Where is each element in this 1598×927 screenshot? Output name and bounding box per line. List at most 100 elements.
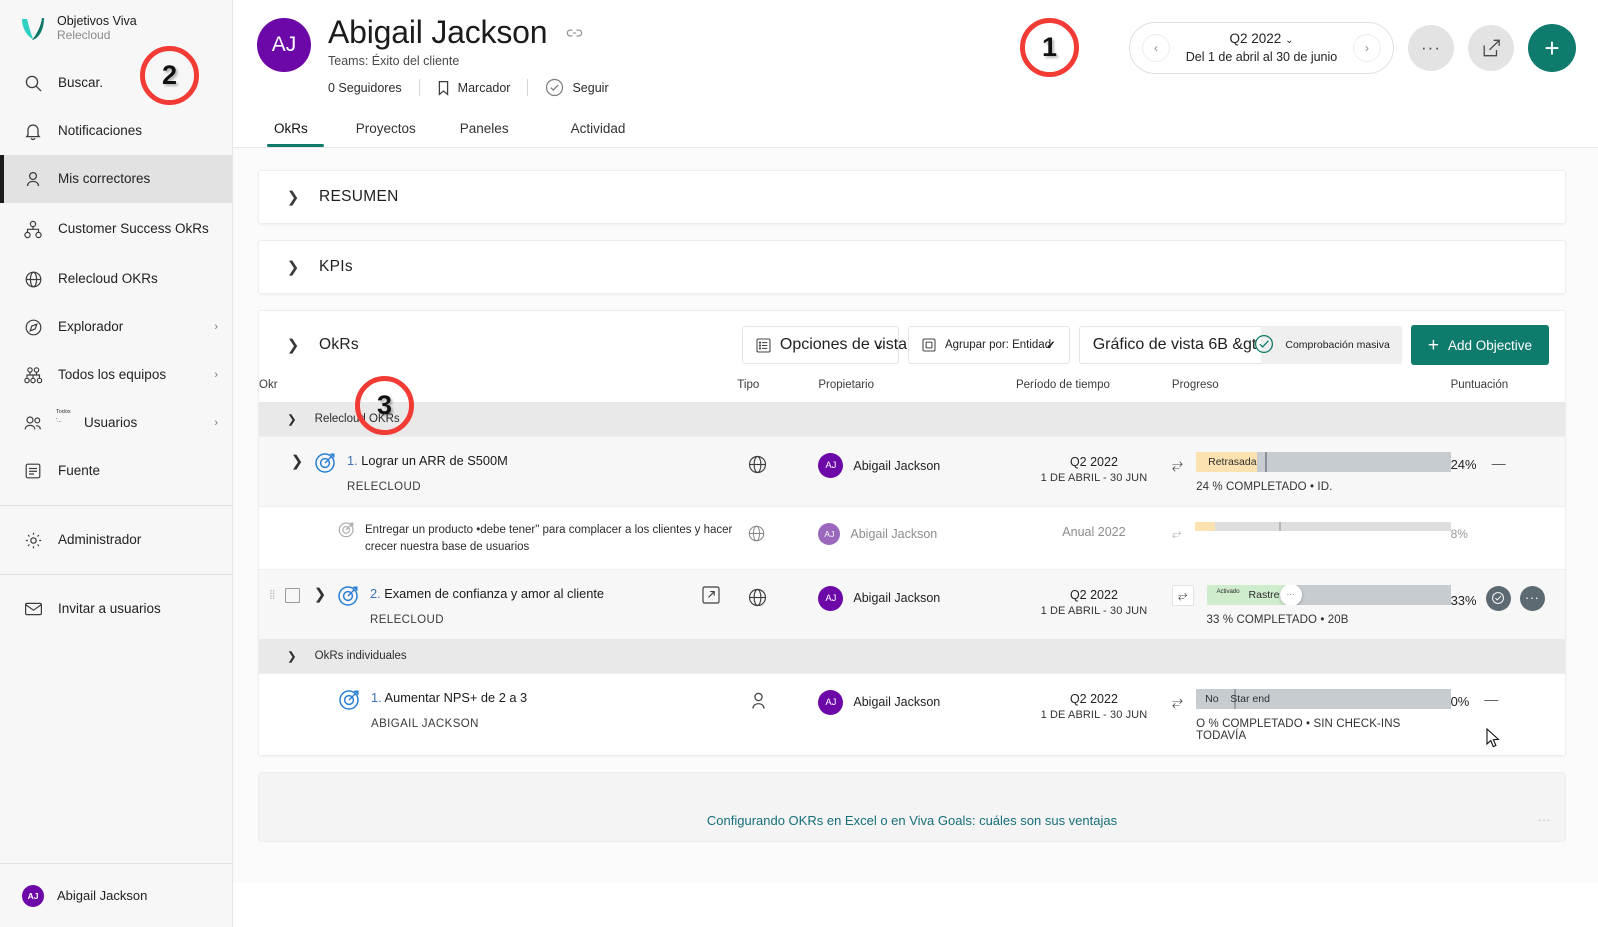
sidebar-item-invitar-a-usuarios[interactable]: Invitar a usuarios (0, 585, 232, 633)
forward-arrow-icon[interactable]: ⥂ (1172, 689, 1183, 710)
open-in-new-button[interactable] (701, 583, 737, 605)
panel-okrs: ❯ OkRs Opciones de vista ⌄ Agrupar por: … (258, 310, 1566, 756)
sidebar-item-administrador[interactable]: Administrador (0, 516, 232, 564)
okr-title[interactable]: 1. Lograr un ARR de S500M (347, 452, 508, 469)
more-options-button[interactable]: ··· (1408, 25, 1454, 71)
chart-view-button[interactable]: Gráfico de vista 6B &gt (1078, 326, 1271, 364)
forward-arrow-icon[interactable]: ⥂ (1172, 522, 1182, 541)
profile-meta: 0 Seguidores Marcador Seguir (328, 78, 626, 97)
check-in-button[interactable] (1485, 585, 1511, 611)
ellipsis-icon: ··· (1421, 37, 1441, 57)
okr-subtitle: RELECLOUD (347, 481, 421, 494)
tab-okrs[interactable]: OkRs (257, 121, 334, 147)
group-row-relecloud[interactable]: ❯ Relecloud OKRs (259, 402, 1565, 437)
group-by-button[interactable]: Agrupar por: Entidad ✓ (907, 326, 1070, 364)
okr-title-text: Aumentar NPS+ de 2 a 3 (384, 689, 528, 705)
followers-count[interactable]: 0 Seguidores (328, 81, 419, 95)
globe-icon (747, 587, 768, 608)
progress-status-label: No Star end (1205, 692, 1270, 705)
sidebar-item-label: Customer Success OkRs (58, 220, 209, 236)
chevron-right-icon[interactable]: ❯ (287, 188, 300, 206)
add-objective-button[interactable]: + Add Objective (1410, 325, 1549, 365)
sidebar-user-footer[interactable]: AJ Abigail Jackson (0, 863, 232, 927)
owner-cell[interactable]: AJ Abigail Jackson (818, 687, 1016, 715)
period-label[interactable]: Q2 2022 ⌄ (1186, 30, 1338, 48)
link-icon[interactable] (566, 27, 583, 39)
page-title: Abigail Jackson (328, 14, 548, 50)
period-main: Q2 2022 (1069, 691, 1118, 706)
okr-title[interactable]: 2. Examen de confianza y amor al cliente (370, 585, 604, 602)
sidebar-item-notificaciones[interactable]: Notificaciones (0, 107, 232, 155)
period-prev-button[interactable]: ‹ (1142, 34, 1170, 62)
tab-paneles[interactable]: Paneles (438, 121, 531, 147)
forward-arrow-icon[interactable]: ⥂ (1172, 452, 1183, 473)
chevron-right-icon[interactable]: ❯ (287, 258, 300, 276)
bottom-promo-link[interactable]: Configurando OKRs en Excel o en Viva Goa… (259, 813, 1565, 828)
chevron-down-icon[interactable]: ❯ (287, 412, 297, 426)
tab-actividad[interactable]: Actividad (531, 121, 648, 147)
progress-cell: ⥂ Retrasada 24 % COMPLETADO • ID. (1172, 450, 1451, 493)
table-row[interactable]: ⣿ ❯ 2. Examen de confianza y amor al cli… (259, 568, 1565, 639)
teams-tree-icon (22, 364, 44, 386)
drag-handle[interactable]: ⣿ (269, 583, 285, 599)
okr-title-text: Examen de confianza y amor al cliente (384, 585, 605, 601)
table-row[interactable]: ❯ 1. Lograr un ARR de S500M RELECLOUD AJ… (259, 435, 1565, 507)
table-row[interactable]: Entregar un producto •debe tener" para c… (259, 506, 1565, 570)
sidebar-item-todos-los-equipos[interactable]: Todos los equipos › (0, 351, 232, 399)
progress-cell: ⥂ Activado Rastrear ⋯ 33 % COMPLETADO • … (1171, 583, 1451, 626)
chevron-down-icon[interactable]: ❯ (287, 336, 300, 354)
sidebar-item-explorador[interactable]: Explorador › (0, 303, 232, 351)
sidebar-item-mis-correctores[interactable]: Mis correctores (0, 155, 232, 204)
sidebar-item-label: Mis correctores (58, 170, 151, 186)
ellipsis-icon[interactable]: ··· (1538, 815, 1551, 826)
row-more-button[interactable]: ··· (1519, 585, 1545, 611)
add-button[interactable]: + (1528, 24, 1576, 72)
share-button[interactable] (1468, 25, 1514, 71)
row-expand-chevron-icon[interactable]: ❯ (308, 583, 332, 603)
okr-title[interactable]: Entregar un producto •debe tener" para c… (365, 522, 735, 555)
sidebar-item-usuarios[interactable]: Todos '... Usuarios › (0, 399, 232, 447)
chevron-down-icon[interactable]: ❯ (287, 649, 297, 663)
compass-icon (22, 316, 44, 338)
mass-check-button[interactable]: Comprobación masiva (1255, 326, 1402, 364)
progress-drag-knob[interactable]: ⋯ (1279, 584, 1302, 605)
panel-kpis[interactable]: ❯ KPIs (258, 240, 1566, 294)
period-main: Q2 2022 (1069, 587, 1118, 602)
forward-arrow-icon[interactable]: ⥂ (1171, 584, 1194, 606)
progress-bar[interactable]: Retrasada (1196, 452, 1451, 472)
period-next-button[interactable]: › (1353, 34, 1381, 62)
sidebar-item-label: Todos '... Usuarios (56, 409, 200, 432)
sidebar-item-customer-success-okrs[interactable]: Customer Success OkRs (0, 203, 232, 255)
viva-goals-logo-icon (18, 15, 48, 43)
progress-bar[interactable]: Activado Rastrear ⋯ (1206, 584, 1451, 605)
score-cell: 0% — (1451, 687, 1565, 709)
score-value: — (1491, 454, 1506, 471)
owner-name: Abigail Jackson (850, 527, 938, 542)
sidebar-item-fuente[interactable]: Fuente (0, 447, 232, 495)
share-icon (1481, 38, 1502, 58)
brand[interactable]: Objetivos Viva Relecloud (0, 0, 232, 55)
group-row-individuales[interactable]: ❯ OkRs individuales (259, 638, 1565, 674)
owner-cell[interactable]: AJ Abigail Jackson (818, 583, 1016, 611)
period-selector[interactable]: ‹ Q2 2022 ⌄ Del 1 de abril al 30 de juni… (1129, 22, 1394, 74)
panel-resumen[interactable]: ❯ RESUMEN (258, 170, 1566, 224)
period-sub: 1 DE ABRIL - 30 JUN (1040, 604, 1148, 617)
row-expand-chevron-icon[interactable]: ❯ (285, 450, 309, 470)
progress-bar[interactable]: No Star end (1196, 688, 1451, 709)
table-row[interactable]: 1. Aumentar NPS+ de 2 a 3 ABIGAIL JACKSO… (259, 672, 1565, 755)
callout-badge-2: 2 (140, 46, 199, 105)
owner-cell[interactable]: AJ Abigail Jackson (818, 450, 1016, 478)
tab-proyectos[interactable]: Proyectos (334, 121, 438, 147)
owner-cell[interactable]: AJ Abigail Jackson (818, 520, 1016, 546)
row-checkbox[interactable] (285, 587, 300, 603)
tab-label: OkRs (274, 121, 308, 136)
drag-handle (269, 450, 285, 457)
bookmark-button[interactable]: Marcador (420, 80, 528, 96)
view-options-button[interactable]: Opciones de vista ⌄ (741, 326, 907, 364)
objective-target-icon (337, 687, 362, 712)
sidebar-item-relecloud-okrs[interactable]: Relecloud OKRs (0, 255, 232, 303)
follow-button[interactable]: Seguir (528, 78, 625, 97)
okr-title[interactable]: 1. Aumentar NPS+ de 2 a 3 (371, 689, 527, 706)
okr-number: 1. (347, 453, 358, 468)
progress-bar[interactable] (1194, 522, 1451, 532)
